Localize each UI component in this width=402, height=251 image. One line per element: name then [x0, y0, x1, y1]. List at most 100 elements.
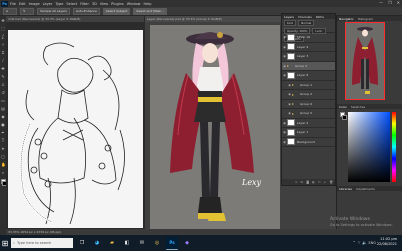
- dodge-tool-icon[interactable]: ●: [1, 123, 5, 127]
- layer-row[interactable]: ◉ ▸ Group 2: [282, 90, 335, 100]
- color-picker-field[interactable]: [348, 112, 390, 182]
- tab-paths[interactable]: Paths: [316, 15, 324, 19]
- layer-row[interactable]: ◉ Layer 1: [282, 128, 335, 138]
- layers-footer: ∞ fx ◙ ◐ ▭ + 🗑: [282, 179, 335, 185]
- blend-mode-select[interactable]: Normal: [298, 20, 315, 26]
- lock-label: Lock:: [312, 28, 326, 34]
- layer-row[interactable]: ◉ Layer 8: [282, 71, 335, 81]
- layer-row-active[interactable]: ◉ ▸ Group 3: [282, 61, 335, 71]
- document2-canvas[interactable]: Lexy: [150, 25, 280, 233]
- hue-slider[interactable]: [392, 112, 396, 182]
- menu-plugins[interactable]: Plugins: [111, 2, 124, 6]
- tab-histogram[interactable]: Histogram: [358, 17, 374, 21]
- menu-type[interactable]: Type: [55, 2, 63, 6]
- folder-icon[interactable]: ▭: [318, 180, 321, 184]
- sample-all-layers-checkbox[interactable]: Sample All Layers: [37, 7, 70, 15]
- path-selection-icon[interactable]: ➤: [1, 147, 5, 151]
- layer-kind-filter[interactable]: Kind: [284, 20, 297, 26]
- foreground-background-colors[interactable]: [1, 179, 7, 186]
- layer-name: Background: [297, 139, 315, 144]
- quick-selection-tool-icon[interactable]: ✎: [20, 7, 34, 15]
- layer-name: Layer 3: [297, 54, 309, 59]
- mail-icon[interactable]: ✉: [136, 237, 148, 249]
- eraser-tool-icon[interactable]: ▭: [1, 99, 5, 103]
- pen-tool-icon[interactable]: ✒: [1, 131, 5, 135]
- quick-select-tool-icon[interactable]: ✧: [1, 43, 5, 47]
- tab-adjustments[interactable]: Adjustments: [356, 187, 375, 191]
- layer-row[interactable]: ◉ Layer 2: [282, 119, 335, 128]
- navigator-preview[interactable]: [345, 22, 385, 100]
- system-tray: ⌃ ⌔ 🔈 ENG: [353, 240, 377, 246]
- taskbar-search-box[interactable]: ⌕ Type here to search: [11, 238, 73, 248]
- windows-start-icon[interactable]: ⊞: [0, 235, 10, 251]
- shape-tool-icon[interactable]: ▢: [1, 155, 5, 159]
- gradient-tool-icon[interactable]: ▤: [1, 107, 5, 111]
- tab-swatches[interactable]: Swatches: [351, 105, 365, 109]
- layer-row[interactable]: ◉ Layer 3: [282, 52, 335, 62]
- select-subject-button[interactable]: Select Subject: [102, 7, 131, 15]
- brush-tool-icon[interactable]: ✎: [1, 75, 5, 79]
- taskbar-clock[interactable]: 11:02 pm 22/08/2021: [377, 237, 397, 247]
- menu-window[interactable]: Window: [127, 2, 141, 6]
- layer-row[interactable]: ◉ ▸ Group 5: [282, 109, 335, 119]
- trash-icon[interactable]: 🗑: [329, 180, 333, 184]
- tab-navigator[interactable]: Navigator: [339, 17, 354, 21]
- auto-enhance-checkbox[interactable]: Auto-Enhance: [72, 7, 100, 15]
- menu-select[interactable]: Select: [66, 2, 77, 6]
- app-icon[interactable]: ◆: [181, 237, 193, 249]
- photoshop-taskbar-icon[interactable]: Ps: [166, 236, 178, 250]
- tab-doc1-label: milk hair (Recovered) @ 33.3% (Layer 3, …: [8, 17, 81, 21]
- fx-icon[interactable]: fx: [300, 180, 303, 184]
- menu-view[interactable]: View: [100, 2, 108, 6]
- marquee-tool-icon[interactable]: ⬚: [1, 27, 5, 31]
- hand-tool-icon[interactable]: ✋: [1, 163, 6, 167]
- menu-help[interactable]: Help: [144, 2, 152, 6]
- activate-windows-watermark: Activate Windows Go to Settings to activ…: [330, 217, 393, 227]
- maximize-button[interactable]: ❐: [388, 0, 392, 5]
- menu-filter[interactable]: Filter: [80, 2, 89, 6]
- tab-color[interactable]: Color: [339, 105, 347, 109]
- photoshop-logo-icon[interactable]: Ps: [1, 0, 8, 7]
- layer-row[interactable]: ◉ Background: [282, 138, 335, 147]
- crop-tool-icon[interactable]: ⌗: [1, 51, 5, 55]
- layer-row[interactable]: ◉ ▸ Group 6: [282, 100, 335, 109]
- home-icon[interactable]: ⌂: [3, 7, 17, 15]
- color-panel-background-swatch[interactable]: [342, 115, 347, 120]
- language-indicator[interactable]: ENG: [368, 241, 376, 245]
- tab-channels[interactable]: Channels: [298, 15, 312, 19]
- task-view-icon[interactable]: ❐: [76, 237, 88, 249]
- menu-file[interactable]: File: [10, 2, 16, 6]
- history-brush-icon[interactable]: ↺: [1, 91, 5, 95]
- blur-tool-icon[interactable]: ◆: [1, 115, 5, 119]
- adjustment-icon[interactable]: ◐: [312, 180, 315, 184]
- edge-browser-icon[interactable]: ◕: [91, 237, 103, 249]
- tray-chevron-icon[interactable]: ⌃: [353, 240, 356, 245]
- layer-row[interactable]: ◉ ▸ Group 1: [282, 81, 335, 90]
- type-tool-icon[interactable]: T: [1, 139, 5, 143]
- healing-tool-icon[interactable]: ✚: [1, 67, 5, 71]
- document1-canvas[interactable]: [8, 30, 143, 228]
- zoom-tool-icon[interactable]: ⌕: [1, 171, 5, 175]
- volume-icon[interactable]: 🔈: [362, 240, 367, 245]
- tab-layers[interactable]: Layers: [284, 15, 294, 19]
- menu-layer[interactable]: Layer: [43, 2, 53, 6]
- store-icon[interactable]: ◧: [121, 237, 133, 249]
- move-tool-icon[interactable]: ✥: [1, 19, 5, 23]
- chrome-icon[interactable]: ◎: [151, 237, 163, 249]
- menu-edit[interactable]: Edit: [19, 2, 26, 6]
- select-and-mask-button[interactable]: Select and Mask...: [133, 7, 167, 15]
- file-explorer-icon[interactable]: ▰: [106, 237, 118, 249]
- mask-icon[interactable]: ◙: [306, 180, 309, 184]
- tab-libraries[interactable]: Libraries: [339, 187, 352, 191]
- layer-row[interactable]: ◉ Layer 9: [282, 43, 335, 52]
- close-button[interactable]: ✕: [397, 0, 400, 5]
- minimize-button[interactable]: —: [379, 0, 383, 5]
- link-icon[interactable]: ∞: [295, 180, 298, 184]
- clone-stamp-tool-icon[interactable]: ♙: [1, 83, 5, 87]
- menu-3d[interactable]: 3D: [92, 2, 97, 6]
- lasso-tool-icon[interactable]: ʆ: [1, 35, 5, 39]
- new-layer-icon[interactable]: +: [324, 180, 327, 184]
- eyedropper-tool-icon[interactable]: ⁄: [1, 59, 5, 63]
- menu-image[interactable]: Image: [29, 2, 40, 6]
- network-icon[interactable]: ⌔: [357, 240, 361, 245]
